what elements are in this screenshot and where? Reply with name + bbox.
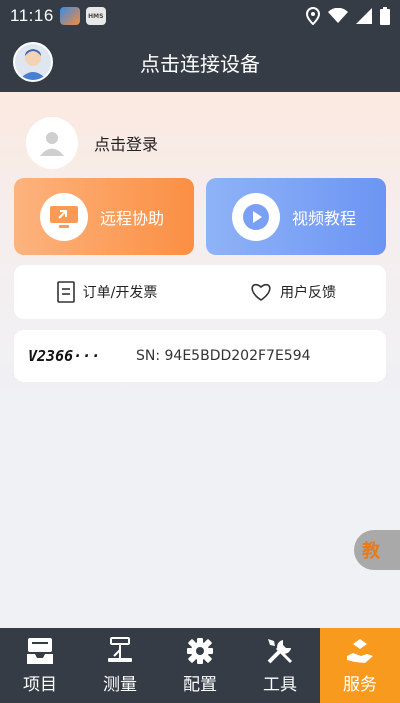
- remote-assist-icon-wrap: [40, 192, 88, 241]
- nav-item-service[interactable]: 服务: [320, 628, 400, 703]
- device-card[interactable]: V2366··· SN: 94E5BDD202F7E594: [14, 330, 386, 382]
- measure-icon: [108, 637, 132, 662]
- main-content: 点击登录 远程协助 视频教程 订单/开发票 用户反馈 V2366··· SN: …: [0, 92, 400, 628]
- order-invoice-label: 订单/开发票: [82, 285, 158, 301]
- user-placeholder-icon: [40, 132, 64, 156]
- login-label: 点击登录: [94, 135, 159, 154]
- video-tutorial-label: 视频教程: [292, 208, 357, 228]
- quick-links-card: 订单/开发票 用户反馈: [14, 265, 386, 319]
- remote-assist-button[interactable]: 远程协助: [14, 178, 194, 255]
- status-bar: 11:16 HMS: [0, 0, 400, 32]
- nav-item-measure[interactable]: 测量: [80, 628, 160, 703]
- nav-item-config[interactable]: 配置: [160, 628, 240, 703]
- battery-icon: [380, 7, 390, 25]
- tools-icon: [267, 639, 293, 664]
- user-avatar-icon: [19, 49, 47, 80]
- device-name: V2366···: [28, 347, 101, 365]
- user-feedback-label: 用户反馈: [280, 285, 336, 301]
- heart-icon: [251, 283, 271, 301]
- nav-item-tools[interactable]: 工具: [240, 628, 320, 703]
- settings-icon: [187, 638, 213, 664]
- device-serial: SN: 94E5BDD202F7E594: [136, 348, 311, 364]
- nav-item-project[interactable]: 项目: [0, 628, 80, 703]
- bottom-nav: 项目 测量 配置 工具 服务: [0, 628, 400, 703]
- nav-label-tools: 工具: [263, 675, 297, 695]
- nav-label-service: 服务: [343, 675, 377, 695]
- login-row[interactable]: 点击登录: [26, 117, 158, 169]
- location-icon: [306, 7, 320, 25]
- video-tutorial-icon-wrap: [232, 192, 280, 241]
- video-tutorial-button[interactable]: 视频教程: [206, 178, 386, 255]
- order-invoice-link[interactable]: 订单/开发票: [14, 265, 200, 319]
- user-feedback-link[interactable]: 用户反馈: [200, 265, 386, 319]
- service-icon: [347, 639, 373, 663]
- hms-notification-icon: HMS: [85, 7, 106, 25]
- wifi-icon: [328, 8, 348, 23]
- login-avatar: [26, 117, 78, 169]
- tutorial-float-button[interactable]: 教: [354, 530, 400, 570]
- nav-label-project: 项目: [23, 675, 57, 695]
- nav-label-config: 配置: [183, 675, 217, 695]
- remote-assist-label: 远程协助: [100, 208, 165, 228]
- app-header: 点击连接设备: [0, 32, 400, 92]
- play-icon: [243, 203, 269, 230]
- project-icon: [27, 638, 53, 664]
- page-title: 点击连接设备: [140, 51, 260, 76]
- remote-desktop-icon: [50, 205, 78, 228]
- status-time: 11:16: [10, 6, 54, 25]
- nav-label-measure: 测量: [103, 675, 137, 695]
- document-icon: [56, 281, 75, 303]
- user-avatar-button[interactable]: [13, 42, 53, 82]
- app-notification-icon: [59, 7, 80, 25]
- signal-icon: [356, 8, 372, 24]
